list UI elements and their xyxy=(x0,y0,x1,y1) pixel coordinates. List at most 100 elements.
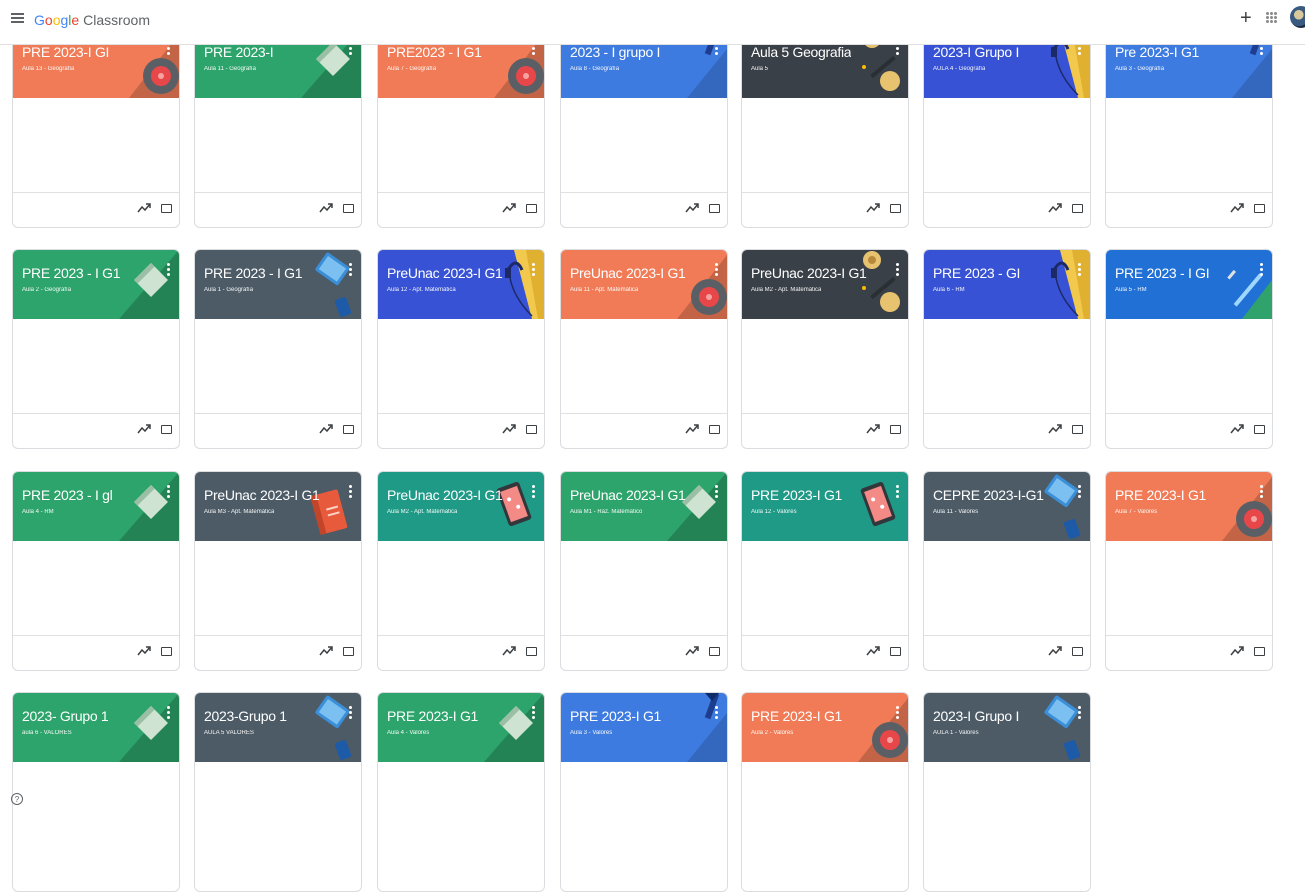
course-title[interactable]: PreUnac 2023-I G1 xyxy=(751,265,867,281)
open-folder-icon[interactable] xyxy=(526,647,537,656)
open-folder-icon[interactable] xyxy=(1254,647,1265,656)
course-title[interactable]: PreUnac 2023-I G1 xyxy=(570,487,686,503)
more-options-icon[interactable] xyxy=(1078,485,1081,499)
more-options-icon[interactable] xyxy=(532,263,535,277)
open-gradebook-icon[interactable] xyxy=(1048,423,1062,435)
open-folder-icon[interactable] xyxy=(890,204,901,213)
open-folder-icon[interactable] xyxy=(1254,204,1265,213)
course-card[interactable]: PRE 2023-I GI Aula 13 - Geografía xyxy=(12,28,180,228)
course-title[interactable]: Pre 2023-I G1 xyxy=(1115,44,1199,60)
more-options-icon[interactable] xyxy=(532,706,535,720)
more-options-icon[interactable] xyxy=(349,263,352,277)
course-card[interactable]: PRE 2023-I G1 Aula 12 - Valores xyxy=(741,471,909,671)
course-title[interactable]: PRE 2023-I G1 xyxy=(387,708,478,724)
open-folder-icon[interactable] xyxy=(161,425,172,434)
google-apps-icon[interactable] xyxy=(1266,12,1278,24)
open-folder-icon[interactable] xyxy=(709,425,720,434)
course-card[interactable]: 2023- Grupo 1 aula 6 - VALORES xyxy=(12,692,180,892)
course-title[interactable]: PRE 2023 - I gl xyxy=(22,487,112,503)
course-title[interactable]: PreUnac 2023-I G1 xyxy=(570,265,686,281)
account-avatar[interactable] xyxy=(1290,6,1305,28)
course-card[interactable]: 2023-I Grupo I AULA 1 - Valores xyxy=(923,692,1091,892)
open-folder-icon[interactable] xyxy=(1072,204,1083,213)
more-options-icon[interactable] xyxy=(896,263,899,277)
course-card-header[interactable]: PRE 2023 - I G1 Aula 2 - Geografía xyxy=(13,250,179,319)
open-gradebook-icon[interactable] xyxy=(502,423,516,435)
open-gradebook-icon[interactable] xyxy=(319,202,333,214)
course-card-header[interactable]: PreUnac 2023-I G1 Aula 11 - Apt. Matemáti… xyxy=(561,250,727,319)
open-folder-icon[interactable] xyxy=(161,647,172,656)
open-folder-icon[interactable] xyxy=(343,647,354,656)
course-card-header[interactable]: 2023-I Grupo I AULA 1 - Valores xyxy=(924,693,1090,762)
course-card[interactable]: CEPRE 2023-I-G1 Aula 11 - Valores xyxy=(923,471,1091,671)
course-title[interactable]: 2023-I Grupo I xyxy=(933,44,1019,60)
course-card[interactable]: PRE 2023-I Aula 11 - Geografía xyxy=(194,28,362,228)
course-title[interactable]: PRE 2023-I G1 xyxy=(1115,487,1206,503)
course-card[interactable]: PRE 2023 - I gl Aula 4 - RM xyxy=(12,471,180,671)
open-gradebook-icon[interactable] xyxy=(1230,202,1244,214)
more-options-icon[interactable] xyxy=(1078,706,1081,720)
course-title[interactable]: 2023-Grupo 1 xyxy=(204,708,287,724)
course-card[interactable]: 2023 - I grupo I Aula 8 - Geografía xyxy=(560,28,728,228)
course-card[interactable]: PreUnac 2023-I G1 Aula 11 - Apt. Matemáti… xyxy=(560,249,728,449)
course-card[interactable]: PRE 2023 - I G1 Aula 1 - Geografía xyxy=(194,249,362,449)
open-gradebook-icon[interactable] xyxy=(319,423,333,435)
open-gradebook-icon[interactable] xyxy=(866,202,880,214)
more-options-icon[interactable] xyxy=(349,706,352,720)
course-title[interactable]: PreUnac 2023-I G1 xyxy=(204,487,320,503)
create-join-class-button[interactable]: + xyxy=(1240,8,1252,28)
more-options-icon[interactable] xyxy=(349,485,352,499)
open-gradebook-icon[interactable] xyxy=(137,202,151,214)
course-card[interactable]: 2023-I Grupo I AULA 4 - Geografía xyxy=(923,28,1091,228)
course-card-header[interactable]: PreUnac 2023-I G1 Aula M3 - Apt. Matemáti… xyxy=(195,472,361,541)
open-folder-icon[interactable] xyxy=(890,647,901,656)
open-gradebook-icon[interactable] xyxy=(866,423,880,435)
open-gradebook-icon[interactable] xyxy=(137,423,151,435)
open-gradebook-icon[interactable] xyxy=(502,645,516,657)
more-options-icon[interactable] xyxy=(1260,263,1263,277)
course-card-header[interactable]: CEPRE 2023-I-G1 Aula 11 - Valores xyxy=(924,472,1090,541)
course-card-header[interactable]: PreUnac 2023-I G1 Aula M1 - Raz. Matemáti… xyxy=(561,472,727,541)
more-options-icon[interactable] xyxy=(1078,263,1081,277)
more-options-icon[interactable] xyxy=(1260,485,1263,499)
course-card-header[interactable]: PRE 2023-I G1 Aula 4 - Valores xyxy=(378,693,544,762)
open-folder-icon[interactable] xyxy=(709,204,720,213)
open-gradebook-icon[interactable] xyxy=(685,202,699,214)
open-gradebook-icon[interactable] xyxy=(1230,645,1244,657)
course-title[interactable]: PRE 2023-I GI xyxy=(22,44,109,60)
course-card-header[interactable]: PreUnac 2023-I G1 Aula 12 - Apt. Matemáti… xyxy=(378,250,544,319)
open-folder-icon[interactable] xyxy=(526,425,537,434)
more-options-icon[interactable] xyxy=(896,706,899,720)
course-card-header[interactable]: 2023- Grupo 1 aula 6 - VALORES xyxy=(13,693,179,762)
course-title[interactable]: PRE 2023 - I G1 xyxy=(22,265,120,281)
open-folder-icon[interactable] xyxy=(343,204,354,213)
course-card-header[interactable]: PRE 2023-I G1 Aula 7 - Valores xyxy=(1106,472,1272,541)
course-title[interactable]: 2023- Grupo 1 xyxy=(22,708,108,724)
more-options-icon[interactable] xyxy=(715,485,718,499)
course-card[interactable]: PreUnac 2023-I G1 Aula M3 - Apt. Matemáti… xyxy=(194,471,362,671)
more-options-icon[interactable] xyxy=(896,485,899,499)
course-title[interactable]: PRE2023 - I G1 xyxy=(387,44,482,60)
course-card-header[interactable]: PRE 2023-I G1 Aula 3 - Valores xyxy=(561,693,727,762)
course-card[interactable]: PRE 2023 - I G1 Aula 2 - Geografía xyxy=(12,249,180,449)
course-card[interactable]: PRE 2023-I G1 Aula 4 - Valores xyxy=(377,692,545,892)
course-title[interactable]: PRE 2023-I xyxy=(204,44,273,60)
more-options-icon[interactable] xyxy=(715,706,718,720)
more-options-icon[interactable] xyxy=(167,263,170,277)
course-card-header[interactable]: PRE 2023 - I GI Aula 5 - RM xyxy=(1106,250,1272,319)
open-gradebook-icon[interactable] xyxy=(1048,645,1062,657)
open-gradebook-icon[interactable] xyxy=(1230,423,1244,435)
help-icon[interactable]: ? xyxy=(11,793,23,805)
open-gradebook-icon[interactable] xyxy=(866,645,880,657)
open-gradebook-icon[interactable] xyxy=(685,423,699,435)
more-options-icon[interactable] xyxy=(532,485,535,499)
course-card[interactable]: Pre 2023-I G1 Aula 3 - Geografía xyxy=(1105,28,1273,228)
course-card-header[interactable]: PreUnac 2023-I G1 Aula M2 - Apt. Matemáti… xyxy=(742,250,908,319)
open-gradebook-icon[interactable] xyxy=(685,645,699,657)
open-folder-icon[interactable] xyxy=(161,204,172,213)
course-title[interactable]: Aula 5 Geografia xyxy=(751,44,851,60)
course-title[interactable]: PRE 2023-I G1 xyxy=(570,708,661,724)
course-card-header[interactable]: PRE 2023 - I G1 Aula 1 - Geografía xyxy=(195,250,361,319)
course-title[interactable]: PRE 2023 - I G1 xyxy=(204,265,302,281)
course-card-header[interactable]: PRE 2023 - I gl Aula 4 - RM xyxy=(13,472,179,541)
